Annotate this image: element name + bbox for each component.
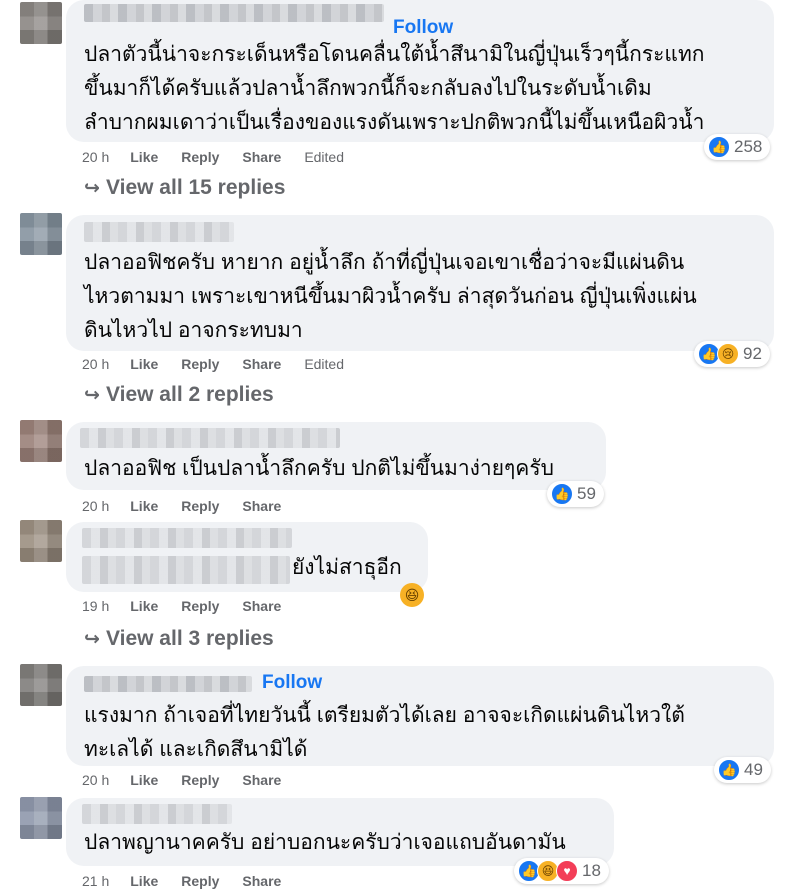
reply-button[interactable]: Reply (181, 598, 219, 614)
commenter-name[interactable] (84, 676, 252, 692)
commenter-name[interactable] (82, 528, 292, 548)
avatar[interactable] (20, 420, 62, 462)
avatar[interactable] (20, 213, 62, 255)
like-button[interactable]: Like (130, 598, 158, 614)
reaction-number: 18 (582, 861, 601, 880)
reaction-number: 49 (744, 760, 763, 779)
reply-arrow-icon: ↪ (84, 629, 100, 650)
reaction-count[interactable]: 👍 258 (704, 134, 771, 160)
comment-actions: 20 h Like Reply Share Edited (82, 356, 367, 372)
comment-text: ปลาออฟิชครับ หายาก อยู่น้ำลึก ถ้าที่ญี่ป… (84, 251, 697, 342)
view-replies-link[interactable]: ↪ View all 2 replies (84, 383, 274, 407)
like-icon: 👍 (718, 759, 740, 781)
avatar[interactable] (20, 797, 62, 839)
haha-emoji-icon: 😆 (400, 583, 424, 607)
share-button[interactable]: Share (242, 873, 281, 889)
comment-text: แรงมาก ถ้าเจอที่ไทยวันนี้ เตรียมตัวได้เล… (84, 704, 685, 761)
view-replies-link[interactable]: ↪ View all 15 replies (84, 176, 285, 200)
comment-actions: 20 h Like Reply Share Edited (82, 149, 367, 165)
reply-arrow-icon: ↪ (84, 385, 100, 406)
comment-actions: 19 h Like Reply Share (82, 598, 304, 614)
like-button[interactable]: Like (130, 873, 158, 889)
like-button[interactable]: Like (130, 498, 158, 514)
reply-button[interactable]: Reply (181, 498, 219, 514)
view-replies-label[interactable]: View all 2 replies (106, 383, 274, 406)
share-button[interactable]: Share (242, 498, 281, 514)
commenter-name[interactable] (84, 4, 384, 22)
comment-actions: 21 h Like Reply Share (82, 873, 304, 889)
love-icon: ♥ (556, 860, 578, 882)
avatar[interactable] (20, 2, 62, 44)
follow-button[interactable]: Follow (393, 17, 453, 39)
reply-button[interactable]: Reply (181, 873, 219, 889)
share-button[interactable]: Share (242, 149, 281, 165)
like-icon: 👍 (551, 483, 573, 505)
share-button[interactable]: Share (242, 356, 281, 372)
comment-actions: 20 h Like Reply Share (82, 498, 304, 514)
avatar[interactable] (20, 520, 62, 562)
reaction-number: 59 (577, 484, 596, 503)
reaction-count[interactable]: 👍 49 (714, 757, 771, 783)
reaction-count[interactable]: 👍 59 (547, 481, 604, 507)
avatar[interactable] (20, 664, 62, 706)
view-replies-label[interactable]: View all 15 replies (106, 176, 285, 199)
follow-button[interactable]: Follow (262, 672, 322, 694)
comment-text: ยังไม่สาธุอีก (292, 556, 402, 579)
view-replies-label[interactable]: View all 3 replies (106, 627, 274, 650)
share-button[interactable]: Share (242, 772, 281, 788)
reaction-count[interactable]: 👍 😢 92 (694, 341, 770, 367)
reply-button[interactable]: Reply (181, 356, 219, 372)
comment-time[interactable]: 19 h (82, 598, 109, 614)
comment-time[interactable]: 21 h (82, 873, 109, 889)
blurred-text (82, 556, 290, 584)
comment-text: ปลาออฟิช เป็นปลาน้ำลึกครับ ปกติไม่ขึ้นมา… (84, 457, 554, 480)
comment-text: ปลาพญานาคครับ อย่าบอกนะครับว่าเจอแถบอันด… (84, 831, 566, 854)
commenter-name[interactable] (84, 222, 234, 242)
edited-label: Edited (304, 356, 345, 372)
sad-icon: 😢 (717, 343, 739, 365)
edited-label: Edited (304, 149, 345, 165)
reply-button[interactable]: Reply (181, 772, 219, 788)
comment-actions: 20 h Like Reply Share (82, 772, 304, 788)
like-button[interactable]: Like (130, 149, 158, 165)
commenter-name[interactable] (80, 428, 340, 448)
reply-arrow-icon: ↪ (84, 178, 100, 199)
reaction-number: 258 (734, 137, 763, 156)
share-button[interactable]: Share (242, 598, 281, 614)
reply-button[interactable]: Reply (181, 149, 219, 165)
commenter-name[interactable] (82, 804, 232, 824)
comment-time[interactable]: 20 h (82, 498, 109, 514)
like-button[interactable]: Like (130, 772, 158, 788)
comment-time[interactable]: 20 h (82, 356, 109, 372)
reaction-number: 92 (743, 344, 762, 363)
like-icon: 👍 (708, 136, 730, 158)
like-button[interactable]: Like (130, 356, 158, 372)
view-replies-link[interactable]: ↪ View all 3 replies (84, 627, 274, 651)
reaction-count[interactable]: 👍 😆 ♥ 18 (514, 858, 609, 884)
comment-time[interactable]: 20 h (82, 772, 109, 788)
comment-text: ปลาตัวนี้น่าจะกระเด็นหรือโดนคลื่นใต้น้ำส… (84, 43, 705, 134)
comment-time[interactable]: 20 h (82, 149, 109, 165)
